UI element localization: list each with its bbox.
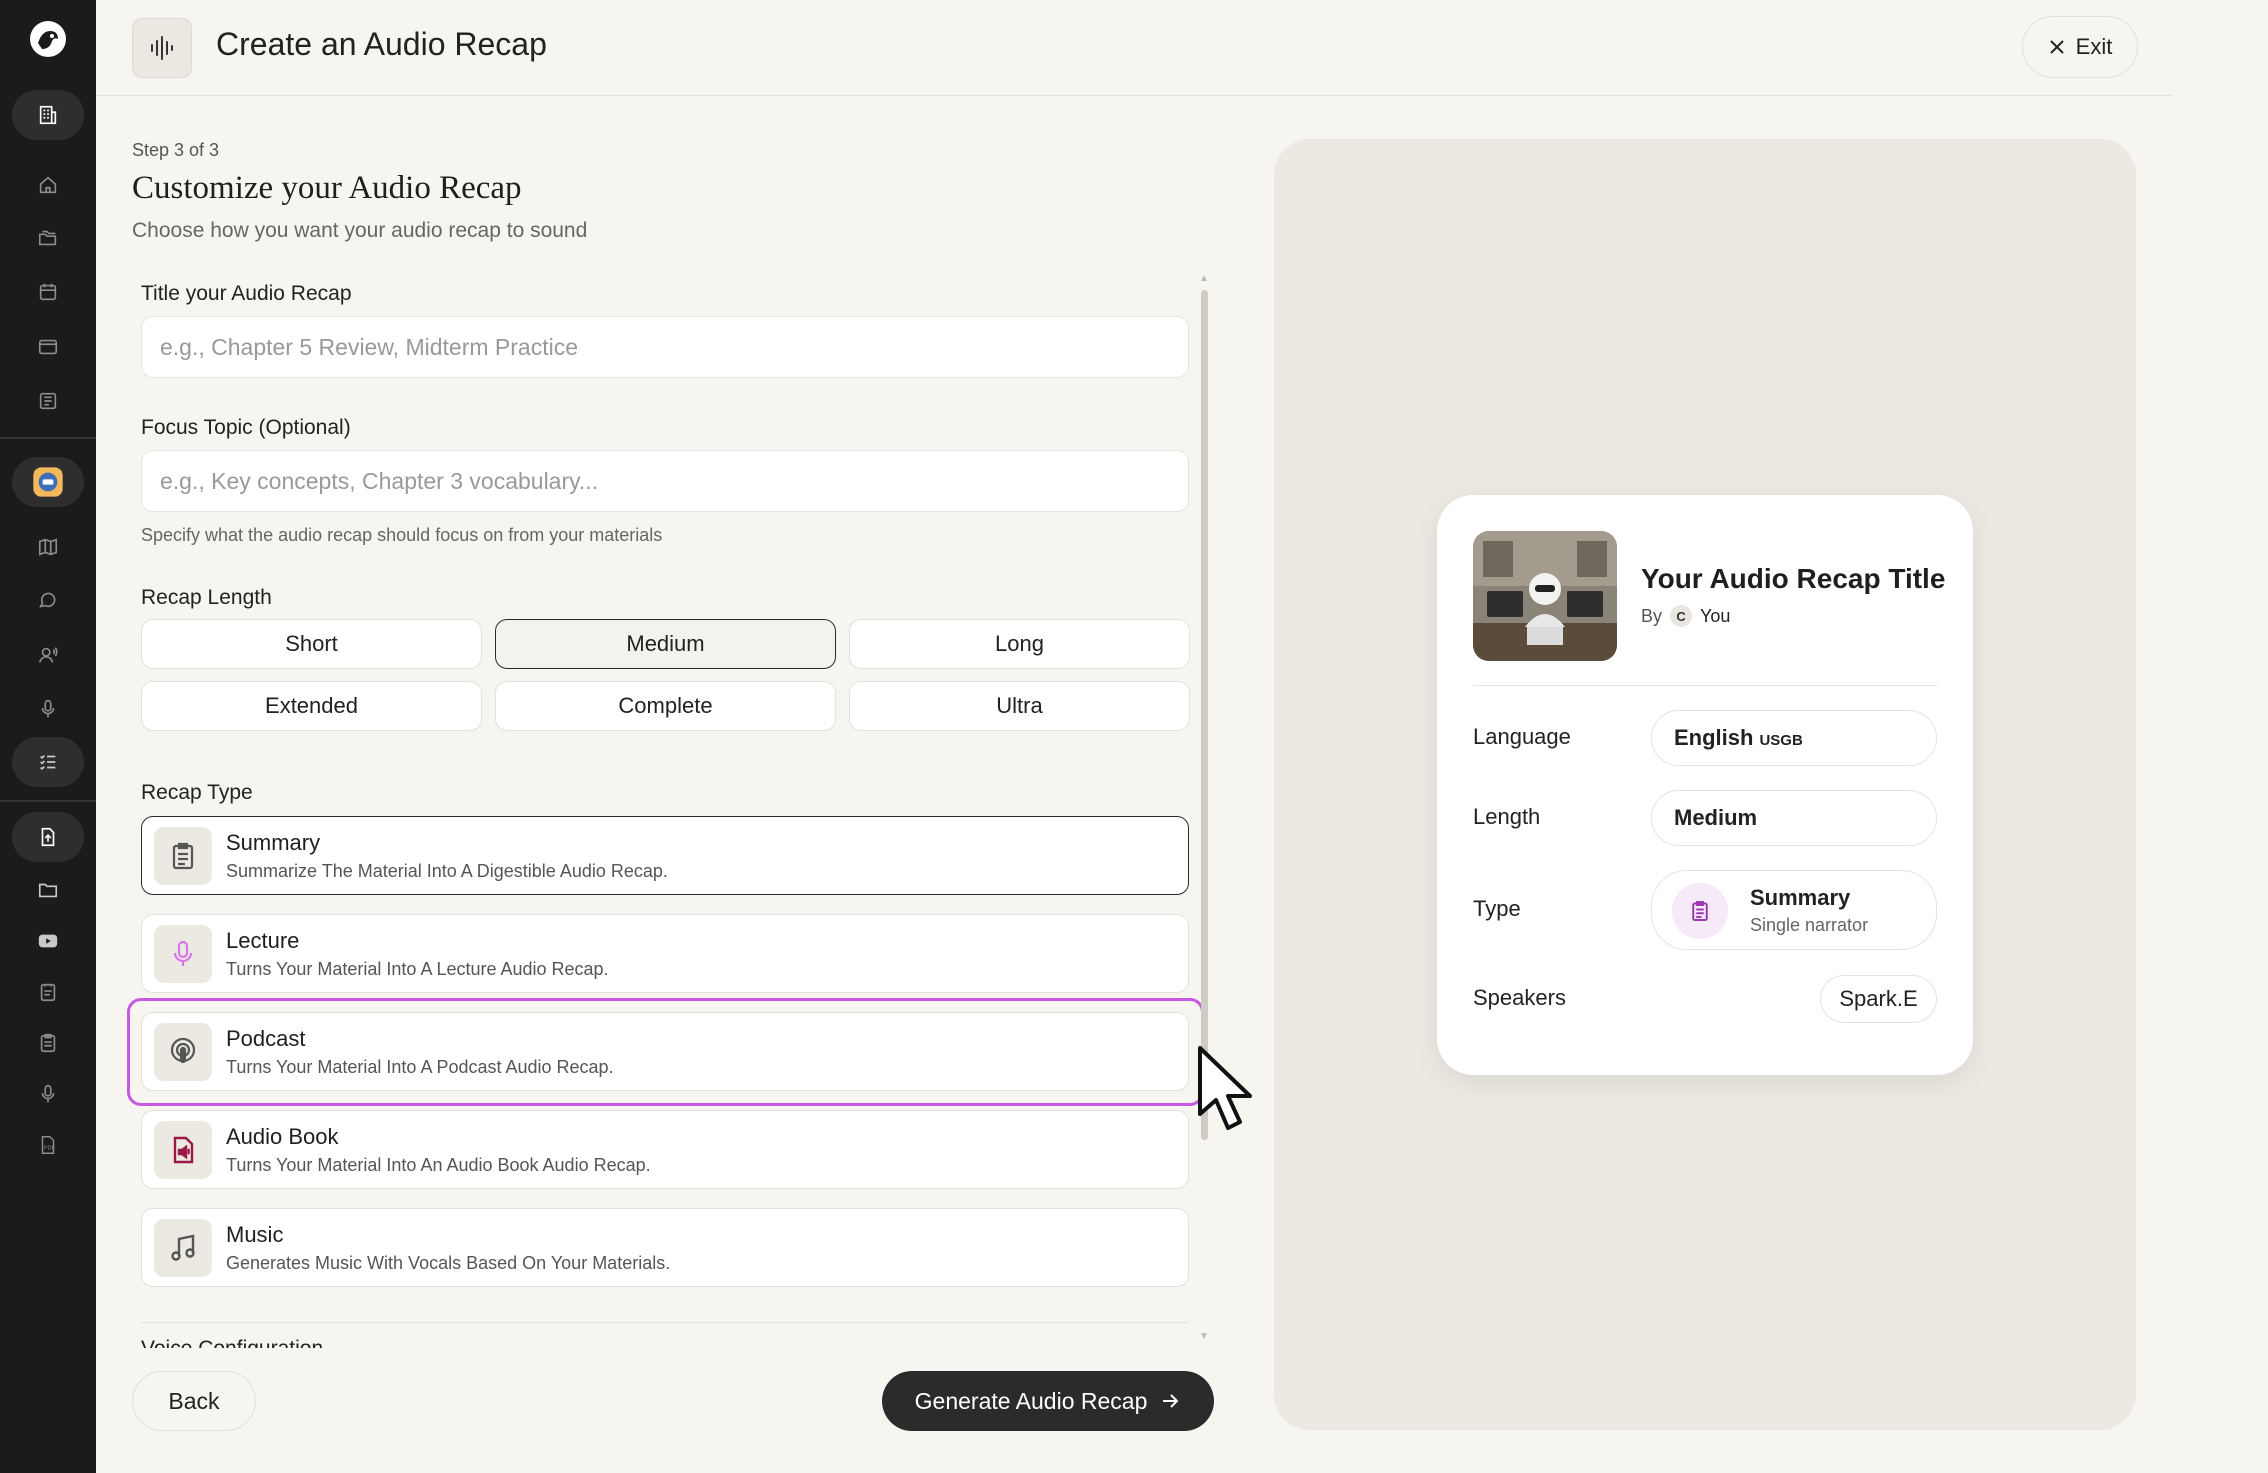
microphone-icon: [154, 925, 212, 983]
audio-file-icon: [154, 1121, 212, 1179]
document-icon[interactable]: [0, 965, 96, 1019]
length-option-long[interactable]: Long: [849, 619, 1190, 669]
type-value: Summary Single narrator: [1651, 870, 1937, 950]
preview-author: By C You: [1641, 605, 1730, 627]
by-label: By: [1641, 605, 1663, 626]
hover-highlight: [127, 998, 1204, 1106]
length-option-complete[interactable]: Complete: [495, 681, 836, 731]
author-name: You: [1700, 605, 1731, 626]
folder-icon[interactable]: [0, 863, 96, 917]
building-icon[interactable]: [0, 88, 96, 142]
preview-divider: [1473, 685, 1937, 686]
focus-topic-hint: Specify what the audio recap should focu…: [141, 525, 663, 545]
language-name: English: [1674, 725, 1754, 750]
logo-icon[interactable]: [0, 12, 96, 66]
waveform-icon: [132, 18, 192, 78]
type-name: Music: [226, 1222, 284, 1247]
page-title: Create an Audio Recap: [216, 26, 547, 62]
file-upload-icon[interactable]: [0, 810, 96, 864]
generate-label: Generate Audio Recap: [914, 1387, 1148, 1414]
length-option-extended[interactable]: Extended: [141, 681, 482, 731]
language-value: English USGB: [1651, 710, 1937, 766]
focus-field-label: Focus Topic (Optional): [141, 416, 351, 439]
svg-text:PDF: PDF: [44, 1146, 56, 1152]
library-icon[interactable]: [0, 374, 96, 428]
music-note-icon: [154, 1219, 212, 1277]
length-option-short[interactable]: Short: [141, 619, 482, 669]
mouse-cursor-icon: [1198, 1046, 1252, 1130]
step-indicator: Step 3 of 3: [132, 140, 220, 160]
type-option-audio-book[interactable]: Audio Book Turns Your Material Into An A…: [141, 1110, 1189, 1189]
home-icon[interactable]: [0, 158, 96, 212]
length-option-ultra[interactable]: Ultra: [849, 681, 1190, 731]
form-subtitle: Choose how you want your audio recap to …: [132, 219, 588, 242]
voice-configuration-label: Voice Configuration: [141, 1338, 323, 1348]
focus-topic-input[interactable]: [141, 450, 1189, 512]
title-field-label: Title your Audio Recap: [141, 282, 352, 305]
sidebar: PDF: [0, 0, 96, 1473]
type-option-lecture[interactable]: Lecture Turns Your Material Into A Lectu…: [141, 914, 1189, 993]
clipboard-icon: [1672, 883, 1728, 939]
type-name: Summary: [1750, 885, 1851, 910]
speaker-chip: Spark.E: [1820, 975, 1937, 1023]
microphone-icon[interactable]: [0, 1067, 96, 1121]
course-app-icon[interactable]: [0, 455, 96, 509]
calendar-icon[interactable]: [0, 265, 96, 319]
recap-length-label: Recap Length: [141, 586, 272, 609]
clipboard-icon: [154, 827, 212, 885]
title-input[interactable]: [141, 316, 1189, 378]
type-option-summary[interactable]: Summary Summarize The Material Into A Di…: [141, 816, 1189, 895]
cover-image: [1473, 531, 1617, 661]
type-subtitle: Single narrator: [1750, 915, 1869, 935]
type-option-music[interactable]: Music Generates Music With Vocals Based …: [141, 1208, 1189, 1287]
header: Create an Audio Recap Exit: [96, 0, 2172, 96]
browser-icon[interactable]: [0, 320, 96, 374]
pdf-icon[interactable]: PDF: [0, 1118, 96, 1172]
microphone-icon[interactable]: [0, 682, 96, 736]
type-description: Generates Music With Vocals Based On You…: [226, 1253, 671, 1273]
type-description: Summarize The Material Into A Digestible…: [226, 861, 668, 881]
youtube-icon[interactable]: [0, 914, 96, 968]
length-label: Length: [1473, 804, 1541, 829]
length-value: Medium: [1651, 790, 1937, 846]
speakers-label: Speakers: [1473, 985, 1566, 1010]
recap-type-label: Recap Type: [141, 781, 253, 804]
length-option-medium[interactable]: Medium: [495, 619, 836, 669]
type-name: Summary: [226, 830, 321, 855]
map-icon[interactable]: [0, 520, 96, 574]
folders-icon[interactable]: [0, 211, 96, 265]
type-name: Lecture: [226, 928, 300, 953]
type-label: Type: [1473, 896, 1521, 921]
arrow-right-icon: [1163, 1394, 1179, 1408]
voice-chat-icon[interactable]: [0, 628, 96, 682]
scroll-down-arrow[interactable]: ▼: [1197, 1332, 1211, 1342]
exit-label: Exit: [2075, 34, 2113, 59]
close-icon: [2049, 40, 2064, 54]
language-label: Language: [1473, 724, 1571, 749]
generate-audio-recap-button[interactable]: Generate Audio Recap: [882, 1371, 1214, 1431]
type-description: Turns Your Material Into An Audio Book A…: [226, 1155, 651, 1175]
clipboard-icon[interactable]: [0, 1016, 96, 1070]
section-divider: [141, 1322, 1189, 1323]
checklist-icon[interactable]: [0, 735, 96, 789]
preview-title: Your Audio Recap Title: [1641, 563, 1946, 594]
scroll-up-arrow[interactable]: ▲: [1197, 274, 1211, 284]
avatar: C: [1670, 605, 1693, 627]
back-button[interactable]: Back: [132, 1371, 256, 1431]
language-variant: USGB: [1759, 731, 1803, 749]
type-description: Turns Your Material Into A Lecture Audio…: [226, 959, 609, 979]
type-name: Audio Book: [226, 1124, 339, 1149]
form-title: Customize your Audio Recap: [132, 170, 522, 206]
chat-icon[interactable]: [0, 574, 96, 628]
preview-card: Your Audio Recap Title By C You Language…: [1437, 495, 1973, 1075]
exit-button[interactable]: Exit: [2022, 16, 2138, 78]
scrollbar[interactable]: [1201, 290, 1208, 1140]
